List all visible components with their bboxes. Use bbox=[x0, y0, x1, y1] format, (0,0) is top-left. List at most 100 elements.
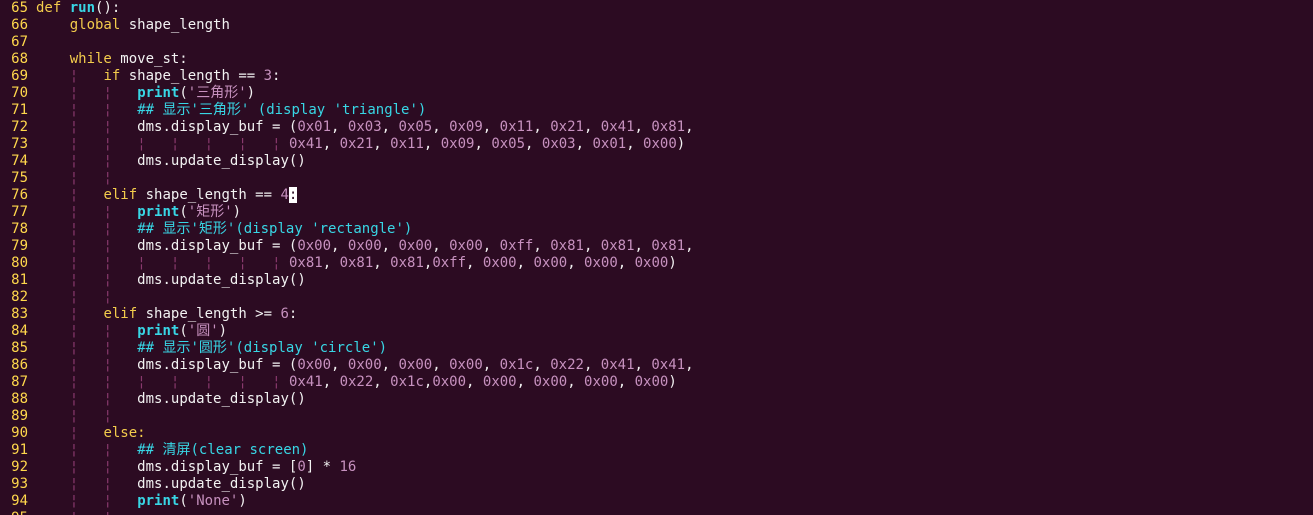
line-number: 66 bbox=[11, 17, 28, 33]
code-text[interactable]: ¦ ¦ bbox=[36, 510, 112, 515]
code-token: , bbox=[516, 374, 534, 390]
code-line[interactable]: 83 ¦ elif shape_length >= 6: bbox=[0, 306, 1313, 323]
code-text[interactable]: ¦ ¦ dms.display_buf = (0x00, 0x00, 0x00,… bbox=[36, 238, 694, 254]
code-token: ) bbox=[232, 204, 242, 220]
code-text[interactable]: ¦ if shape_length == 3: bbox=[36, 68, 281, 84]
code-line[interactable]: 73 ¦ ¦ ¦ ¦ ¦ ¦ ¦ 0x41, 0x21, 0x11, 0x09,… bbox=[0, 136, 1313, 153]
code-token: 0x09 bbox=[449, 119, 483, 135]
code-line[interactable]: 95 ¦ ¦ bbox=[0, 510, 1313, 515]
line-number: 94 bbox=[11, 493, 28, 509]
code-token: , bbox=[381, 238, 399, 254]
code-text[interactable]: def run(): bbox=[36, 0, 120, 16]
code-text[interactable]: ¦ ¦ dms.display_buf = (0x00, 0x00, 0x00,… bbox=[36, 357, 694, 373]
code-line[interactable]: 80 ¦ ¦ ¦ ¦ ¦ ¦ ¦ 0x81, 0x81, 0x81,0xff, … bbox=[0, 255, 1313, 272]
code-line[interactable]: 75 ¦ ¦ bbox=[0, 170, 1313, 187]
code-token: , bbox=[466, 255, 483, 271]
code-text[interactable]: ¦ ¦ ¦ ¦ ¦ ¦ ¦ 0x41, 0x22, 0x1c,0x00, 0x0… bbox=[36, 374, 677, 390]
code-text[interactable]: ¦ ¦ bbox=[36, 289, 112, 305]
code-line[interactable]: 94 ¦ ¦ print('None') bbox=[0, 493, 1313, 510]
indent-guide: ¦ bbox=[69, 204, 79, 220]
code-line[interactable]: 92 ¦ ¦ dms.display_buf = [0] * 16 bbox=[0, 459, 1313, 476]
code-text[interactable]: ¦ ¦ ## 显示'三角形' (display 'triangle') bbox=[36, 102, 427, 118]
code-text[interactable]: ¦ ¦ print('None') bbox=[36, 493, 247, 509]
code-text[interactable]: ¦ ¦ ¦ ¦ ¦ ¦ ¦ 0x81, 0x81, 0x81,0xff, 0x0… bbox=[36, 255, 677, 271]
code-token: else: bbox=[103, 425, 146, 441]
indent-guide: ¦ bbox=[238, 374, 247, 390]
code-text[interactable]: global shape_length bbox=[36, 17, 230, 33]
code-line[interactable]: 93 ¦ ¦ dms.update_display() bbox=[0, 476, 1313, 493]
code-text[interactable]: ¦ ¦ dms.update_display() bbox=[36, 476, 306, 492]
code-text[interactable]: ¦ elif shape_length >= 6: bbox=[36, 306, 298, 322]
code-text[interactable]: ¦ ¦ ## 显示'矩形'(display 'rectangle') bbox=[36, 221, 413, 237]
code-line[interactable]: 91 ¦ ¦ ## 清屏(clear screen) bbox=[0, 442, 1313, 459]
code-line[interactable]: 78 ¦ ¦ ## 显示'矩形'(display 'rectangle') bbox=[0, 221, 1313, 238]
code-text[interactable]: ¦ ¦ ¦ ¦ ¦ ¦ ¦ 0x41, 0x21, 0x11, 0x09, 0x… bbox=[36, 136, 685, 152]
line-number: 68 bbox=[11, 51, 28, 67]
code-token: 0x21 bbox=[339, 136, 374, 152]
code-line[interactable]: 67 bbox=[0, 34, 1313, 51]
code-text[interactable]: while move_st: bbox=[36, 51, 188, 67]
code-line[interactable]: 84 ¦ ¦ print('圆') bbox=[0, 323, 1313, 340]
indent-guide: ¦ bbox=[103, 136, 112, 152]
code-line[interactable]: 72 ¦ ¦ dms.display_buf = (0x01, 0x03, 0x… bbox=[0, 119, 1313, 136]
indent-guide: ¦ bbox=[103, 391, 112, 407]
code-line[interactable]: 77 ¦ ¦ print('矩形') bbox=[0, 204, 1313, 221]
code-line[interactable]: 89 ¦ ¦ bbox=[0, 408, 1313, 425]
code-line[interactable]: 82 ¦ ¦ bbox=[0, 289, 1313, 306]
code-line[interactable]: 76 ¦ elif shape_length == 4: bbox=[0, 187, 1313, 204]
code-line[interactable]: 69 ¦ if shape_length == 3: bbox=[0, 68, 1313, 85]
code-text[interactable]: ¦ ¦ dms.update_display() bbox=[36, 391, 306, 407]
code-line[interactable]: 65 def run(): bbox=[0, 0, 1313, 17]
code-token: dms.update_display() bbox=[111, 476, 306, 492]
code-text[interactable]: ¦ ¦ dms.update_display() bbox=[36, 272, 306, 288]
indent-guide: ¦ bbox=[69, 476, 79, 492]
code-line[interactable]: 81 ¦ ¦ dms.update_display() bbox=[0, 272, 1313, 289]
code-text[interactable]: ¦ ¦ dms.display_buf = (0x01, 0x03, 0x05,… bbox=[36, 119, 694, 135]
code-line[interactable]: 70 ¦ ¦ print('三角形') bbox=[0, 85, 1313, 102]
code-line[interactable]: 88 ¦ ¦ dms.update_display() bbox=[0, 391, 1313, 408]
code-token: 0x00 bbox=[398, 357, 433, 373]
code-line[interactable]: 68 while move_st: bbox=[0, 51, 1313, 68]
indent-guide: ¦ bbox=[137, 374, 146, 390]
code-line[interactable]: 90 ¦ else: bbox=[0, 425, 1313, 442]
code-text[interactable]: ¦ ¦ ## 清屏(clear screen) bbox=[36, 442, 309, 458]
code-line[interactable]: 79 ¦ ¦ dms.display_buf = (0x00, 0x00, 0x… bbox=[0, 238, 1313, 255]
code-text[interactable]: ¦ ¦ print('三角形') bbox=[36, 85, 255, 101]
code-text[interactable]: ¦ else: bbox=[36, 425, 146, 441]
indent-guide: ¦ bbox=[103, 459, 112, 475]
code-line[interactable]: 71 ¦ ¦ ## 显示'三角形' (display 'triangle') bbox=[0, 102, 1313, 119]
code-line[interactable]: 66 global shape_length bbox=[0, 17, 1313, 34]
indent-guide: ¦ bbox=[103, 255, 112, 271]
code-line[interactable]: 85 ¦ ¦ ## 显示'圆形'(display 'circle') bbox=[0, 340, 1313, 357]
code-text[interactable]: ¦ ¦ dms.update_display() bbox=[36, 153, 306, 169]
code-text[interactable]: ¦ elif shape_length == 4: bbox=[36, 187, 298, 203]
code-text[interactable]: ¦ ¦ bbox=[36, 408, 112, 424]
code-editor[interactable]: 65 def run(): 66 global shape_length 67 68 w… bbox=[0, 0, 1313, 515]
code-text[interactable]: ¦ ¦ print('矩形') bbox=[36, 204, 241, 220]
code-line[interactable]: 87 ¦ ¦ ¦ ¦ ¦ ¦ ¦ 0x41, 0x22, 0x1c,0x00, … bbox=[0, 374, 1313, 391]
code-text[interactable]: ¦ ¦ bbox=[36, 170, 112, 186]
code-text[interactable]: ¦ ¦ print('圆') bbox=[36, 323, 227, 339]
code-token: 0x00 bbox=[482, 374, 517, 390]
code-token: 0xff bbox=[499, 238, 534, 254]
code-token: shape_length == bbox=[120, 68, 264, 84]
code-text[interactable]: ¦ ¦ dms.display_buf = [0] * 16 bbox=[36, 459, 357, 475]
code-text[interactable]: ¦ ¦ ## 显示'圆形'(display 'circle') bbox=[36, 340, 387, 356]
code-line[interactable]: 86 ¦ ¦ dms.display_buf = (0x00, 0x00, 0x… bbox=[0, 357, 1313, 374]
code-token: , bbox=[634, 119, 652, 135]
code-token: , bbox=[583, 238, 601, 254]
indent-guide: ¦ bbox=[103, 102, 112, 118]
code-token: 6 bbox=[280, 306, 289, 322]
code-line[interactable]: 74 ¦ ¦ dms.update_display() bbox=[0, 153, 1313, 170]
indent-guide: ¦ bbox=[103, 119, 112, 135]
